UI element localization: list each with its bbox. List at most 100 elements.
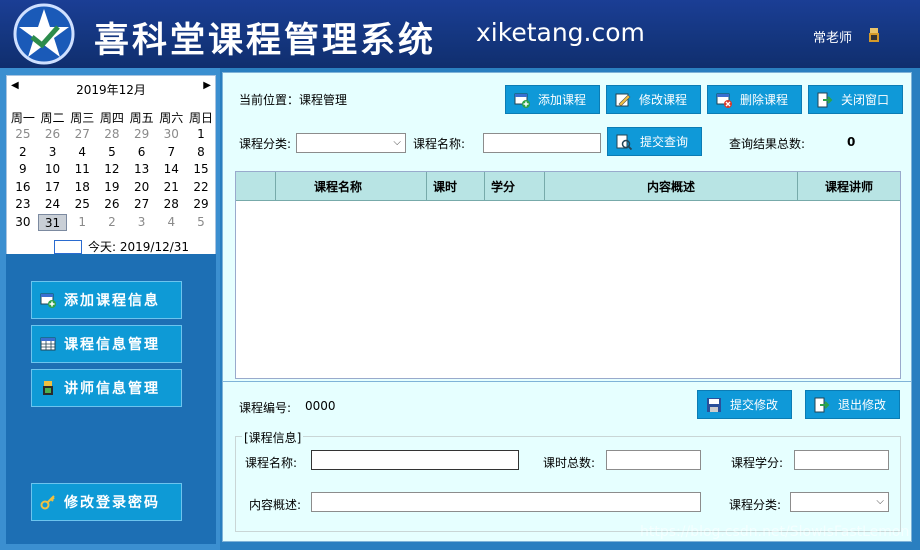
calendar-day[interactable]: 26: [97, 196, 127, 214]
col-header-credit[interactable]: 学分: [485, 172, 545, 200]
user-icon[interactable]: [868, 28, 880, 42]
calendar-day[interactable]: 29: [127, 126, 157, 144]
submit-edit-button[interactable]: 提交修改: [697, 390, 792, 419]
nav-teacher-manage-button[interactable]: 讲师信息管理: [31, 369, 182, 407]
left-sidebar: ◀ 2019年12月 ▶ 周一 周二 周三 周四 周五 周六 周日 25 26 27 28 29 30 1…: [0, 68, 220, 550]
calendar-day[interactable]: 28: [97, 126, 127, 144]
nav-add-course-button[interactable]: 添加课程信息: [31, 281, 182, 319]
calendar-day[interactable]: 15: [186, 161, 216, 179]
edit-hours-label: 课时总数:: [543, 456, 596, 470]
calendar-day[interactable]: 25: [67, 196, 97, 214]
nav-panel: 添加课程信息 课程信息管理 讲师信息管理 修改登录密码: [6, 254, 216, 544]
col-header-select[interactable]: [236, 172, 276, 200]
next-month-icon[interactable]: ▶: [203, 81, 211, 91]
calendar-day[interactable]: 18: [67, 179, 97, 197]
edit-name-input[interactable]: [311, 450, 519, 470]
calendar-day[interactable]: 4: [67, 144, 97, 162]
edit-credit-input[interactable]: [794, 450, 889, 470]
course-id-value: 0000: [305, 399, 336, 413]
app-header: 喜科堂课程管理系统 xiketang.com 常老师: [0, 0, 920, 68]
calendar-day[interactable]: 1: [186, 126, 216, 144]
edit-category-select[interactable]: ⌵: [790, 492, 889, 512]
calendar-day[interactable]: 13: [127, 161, 157, 179]
calendar-day[interactable]: 22: [186, 179, 216, 197]
nav-label: 添加课程信息: [64, 293, 160, 309]
calendar-day[interactable]: 2: [8, 144, 38, 162]
calendar-day[interactable]: 24: [38, 196, 68, 214]
delete-course-button[interactable]: 删除课程: [707, 85, 802, 114]
calendar-day[interactable]: 5: [97, 144, 127, 162]
calendar-day[interactable]: 20: [127, 179, 157, 197]
chevron-down-icon: ⌵: [393, 137, 401, 148]
calendar-today[interactable]: 今天: 2019/12/31: [54, 238, 189, 255]
calendar-day[interactable]: 26: [38, 126, 68, 144]
calendar-day[interactable]: 2: [97, 214, 127, 232]
calendar-day[interactable]: 3: [127, 214, 157, 232]
course-name-search-input[interactable]: [483, 133, 601, 153]
submit-edit-label: 提交修改: [730, 398, 779, 412]
logo-star-icon: [13, 3, 75, 65]
nav-change-password-button[interactable]: 修改登录密码: [31, 483, 182, 521]
nav-label: 课程信息管理: [64, 337, 160, 353]
calendar-day[interactable]: 7: [156, 144, 186, 162]
add-course-button[interactable]: 添加课程: [505, 85, 600, 114]
edit-desc-input[interactable]: [311, 492, 701, 512]
calendar-day[interactable]: 10: [38, 161, 68, 179]
calendar-day[interactable]: 27: [67, 126, 97, 144]
key-icon: [40, 495, 55, 510]
col-header-teacher[interactable]: 课程讲师: [798, 172, 900, 200]
weekday-header: 周三: [70, 111, 95, 125]
calendar-day[interactable]: 8: [186, 144, 216, 162]
col-header-description[interactable]: 内容概述: [545, 172, 798, 200]
calendar-day[interactable]: 28: [156, 196, 186, 214]
calendar-day[interactable]: 27: [127, 196, 157, 214]
edit-course-button[interactable]: 修改课程: [606, 85, 701, 114]
nav-label: 讲师信息管理: [64, 381, 160, 397]
calendar-day[interactable]: 29: [186, 196, 216, 214]
name-label: 课程名称:: [413, 137, 466, 151]
calendar-day[interactable]: 21: [156, 179, 186, 197]
edit-panel: 课程编号: 0000 提交修改 退出修改 [课程信息] 课程名称: 课时总数: …: [223, 381, 911, 541]
group-title: [课程信息]: [242, 429, 304, 446]
today-label: 今天: 2019/12/31: [88, 240, 190, 254]
calendar-day[interactable]: 16: [8, 179, 38, 197]
calendar-day[interactable]: 23: [8, 196, 38, 214]
calendar-day[interactable]: 5: [186, 214, 216, 232]
calendar-day[interactable]: 14: [156, 161, 186, 179]
calendar-day[interactable]: 11: [67, 161, 97, 179]
table-icon: [40, 337, 56, 351]
calendar-day[interactable]: 19: [97, 179, 127, 197]
app-domain: xiketang.com: [476, 18, 645, 47]
calendar-day[interactable]: 30: [156, 126, 186, 144]
nav-label: 修改登录密码: [64, 495, 160, 511]
edit-icon: [615, 93, 631, 106]
search-submit-button[interactable]: 提交查询: [607, 127, 702, 156]
exit-edit-button[interactable]: 退出修改: [805, 390, 900, 419]
calendar-day[interactable]: 17: [38, 179, 68, 197]
calendar-month: 2019年12月: [76, 83, 146, 97]
course-id-label: 课程编号:: [239, 401, 292, 415]
delete-course-label: 删除课程: [740, 93, 789, 107]
calendar-day[interactable]: 3: [38, 144, 68, 162]
category-select[interactable]: ⌵: [296, 133, 406, 153]
nav-course-manage-button[interactable]: 课程信息管理: [31, 325, 182, 363]
exit-arrow-icon: [817, 92, 833, 107]
close-window-button[interactable]: 关闭窗口: [808, 85, 903, 114]
edit-name-label: 课程名称:: [245, 456, 298, 470]
calendar-day-today[interactable]: 31: [37, 213, 68, 231]
col-header-name[interactable]: 课程名称: [276, 172, 427, 200]
table-header: 课程名称 课时 学分 内容概述 课程讲师: [236, 172, 900, 201]
calendar-day[interactable]: 25: [8, 126, 38, 144]
col-header-hours[interactable]: 课时: [427, 172, 485, 200]
calendar-day[interactable]: 1: [67, 214, 97, 232]
edit-course-label: 修改课程: [639, 93, 688, 107]
calendar-day[interactable]: 12: [97, 161, 127, 179]
edit-hours-input[interactable]: [606, 450, 701, 470]
calendar-day[interactable]: 30: [8, 214, 38, 232]
calendar-day[interactable]: 9: [8, 161, 38, 179]
calendar-day[interactable]: 6: [127, 144, 157, 162]
edit-credit-label: 课程学分:: [731, 456, 784, 470]
delete-window-icon: [716, 93, 732, 108]
edit-category-label: 课程分类:: [729, 498, 782, 512]
calendar-day[interactable]: 4: [156, 214, 186, 232]
